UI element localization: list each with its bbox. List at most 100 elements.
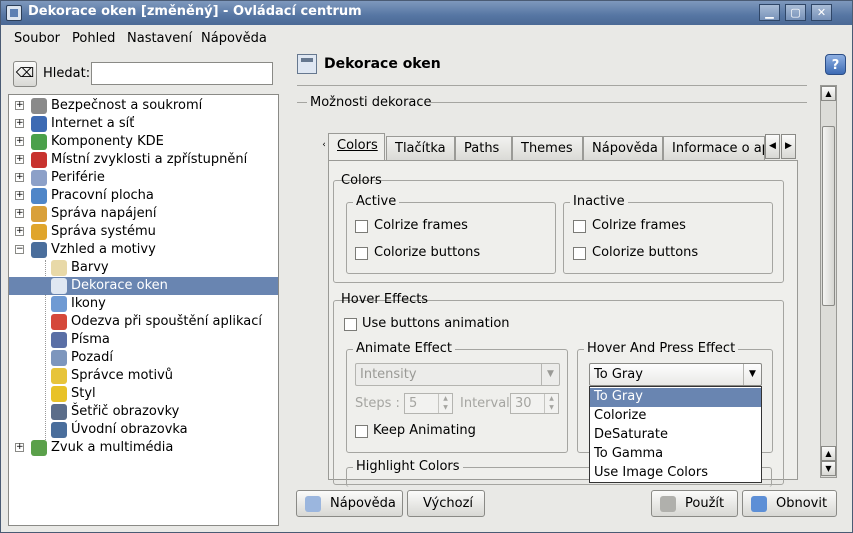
module-tree[interactable]: + Bezpečnost a soukromí + Internet a síť + Ko… [8,94,279,526]
tree-item[interactable]: Pozadí [9,349,278,367]
tab-themes[interactable]: Themes [512,136,583,160]
dropdown-option-to-gamma[interactable]: To Gamma [590,445,761,464]
expand-icon[interactable]: + [15,443,24,452]
active-colorize-frames-label: Colrize frames [374,218,468,233]
tree-item-label: Správce motivů [71,368,174,383]
defaults-button[interactable]: Výchozí [407,490,485,517]
tree-item-label: Pozadí [71,350,113,365]
tree-item[interactable]: Styl [9,385,278,403]
hover-press-combo[interactable]: To Gray ▼ [589,363,762,386]
tab-napoveda-label: Nápověda [592,141,658,156]
help-icon[interactable]: ? [825,54,846,75]
sound-icon [31,440,47,456]
minimize-icon[interactable]: ▁ [759,4,780,21]
style-icon [51,386,67,402]
tree-item[interactable]: + Správa napájení [9,205,278,223]
tree-item[interactable]: − Vzhled a motivy [9,241,278,259]
menu-soubor[interactable]: Soubor [14,31,60,46]
scrollbar-thumb[interactable] [822,126,835,306]
dropdown-option-use-image-colors[interactable]: Use Image Colors [590,464,761,483]
tab-colors[interactable]: Colors [328,133,385,161]
reset-button-label: Obnovit [776,496,828,511]
help-book-icon [305,496,321,512]
active-colorize-buttons-checkbox[interactable] [355,247,368,260]
active-colorize-frames-checkbox[interactable] [355,220,368,233]
window-decoration-icon [51,278,67,294]
tree-item[interactable]: Úvodní obrazovka [9,421,278,439]
reset-button[interactable]: Obnovit [742,490,837,517]
interval-spinbox[interactable]: 30 ▲ ▼ [510,393,559,414]
content-scrollbar[interactable]: ▲ ▲ ▼ [820,85,837,478]
tree-item[interactable]: + Bezpečnost a soukromí [9,97,278,115]
appearance-icon [31,242,47,258]
tree-item[interactable]: Písma [9,331,278,349]
tree-item[interactable]: + Správa systému [9,223,278,241]
steps-spinbox[interactable]: 5 ▲ ▼ [404,393,453,414]
expand-icon[interactable]: + [15,119,24,128]
menu-napoveda[interactable]: Nápověda [201,31,267,46]
steps-value: 5 [409,396,418,411]
search-input[interactable] [91,62,273,85]
tree-item[interactable]: + Místní zvyklosti a zpřístupnění [9,151,278,169]
search-label: Hledat: [43,66,91,81]
apply-button[interactable]: Použít [651,490,738,517]
tree-item[interactable]: Dekorace oken [9,277,278,295]
keep-animating-checkbox[interactable] [355,425,368,438]
maximize-icon[interactable]: ▢ [785,4,806,21]
tree-item[interactable]: Odezva při spouštění aplikací [9,313,278,331]
tree-item[interactable]: + Periférie [9,169,278,187]
security-icon [31,98,47,114]
tree-item[interactable]: + Pracovní plocha [9,187,278,205]
menu-nastaveni[interactable]: Nastavení [127,31,192,46]
tree-item[interactable]: + Internet a síť [9,115,278,133]
scroll-down-icon[interactable]: ▼ [821,461,836,476]
interval-label: Interval [460,396,510,411]
clear-search-button[interactable]: ⌫ [13,61,37,87]
animate-effect-combo[interactable]: Intensity ▼ [355,363,560,386]
tree-item[interactable]: Ikony [9,295,278,313]
tree-item-label: Správa napájení [51,206,157,221]
tree-item-label: Styl [71,386,96,401]
expand-icon[interactable]: + [15,101,24,110]
tree-item[interactable]: + Zvuk a multimédia [9,439,278,457]
expand-icon[interactable]: + [15,155,24,164]
close-icon[interactable]: ✕ [811,4,832,21]
use-buttons-animation-checkbox[interactable] [344,318,357,331]
tab-informace[interactable]: Informace o apli [663,136,765,160]
scroll-up-bottom-icon[interactable]: ▲ [821,446,836,461]
tree-item[interactable]: Správce motivů [9,367,278,385]
dropdown-option-colorize[interactable]: Colorize [590,407,761,426]
animate-effect-value: Intensity [360,367,417,382]
tab-scroll-back-icon[interactable]: ◀ [765,134,780,159]
inactive-colorize-buttons-checkbox[interactable] [573,247,586,260]
tree-item[interactable]: + Komponenty KDE [9,133,278,151]
help-button[interactable]: Nápověda [296,490,403,517]
menu-pohled[interactable]: Pohled [72,31,115,46]
tab-scroll-forward-icon[interactable]: ▶ [781,134,796,159]
tree-item-label: Úvodní obrazovka [71,422,188,437]
collapse-icon[interactable]: − [15,245,24,254]
tree-item[interactable]: Šetřič obrazovky [9,403,278,421]
expand-icon[interactable]: + [15,137,24,146]
tab-paths[interactable]: Paths [455,136,512,160]
tab-tlacitka[interactable]: Tlačítka [386,136,455,160]
hover-effects-title: Hover Effects [341,292,429,307]
expand-icon[interactable]: + [15,209,24,218]
title-bar[interactable]: Dekorace oken [změněný] - Ovládací centr… [1,1,852,25]
hover-press-dropdown[interactable]: To Gray Colorize DeSaturate To Gamma Use… [589,386,762,483]
dropdown-option-to-gray[interactable]: To Gray [590,388,761,407]
tree-item-label: Zvuk a multimédia [51,440,174,455]
expand-icon[interactable]: + [15,191,24,200]
launch-feedback-icon [51,314,67,330]
scroll-up-icon[interactable]: ▲ [821,86,836,101]
active-group-title: Active [353,194,400,209]
dropdown-option-desaturate[interactable]: DeSaturate [590,426,761,445]
tab-napoveda[interactable]: Nápověda [583,136,663,160]
expand-icon[interactable]: + [15,227,24,236]
tab-bar: Colors Tlačítka Paths Themes Nápověda In… [328,133,798,161]
inactive-colorize-frames-checkbox[interactable] [573,220,586,233]
theme-manager-icon [51,368,67,384]
expand-icon[interactable]: + [15,173,24,182]
inactive-colorize-buttons-label: Colorize buttons [592,245,699,260]
tree-item[interactable]: Barvy [9,259,278,277]
